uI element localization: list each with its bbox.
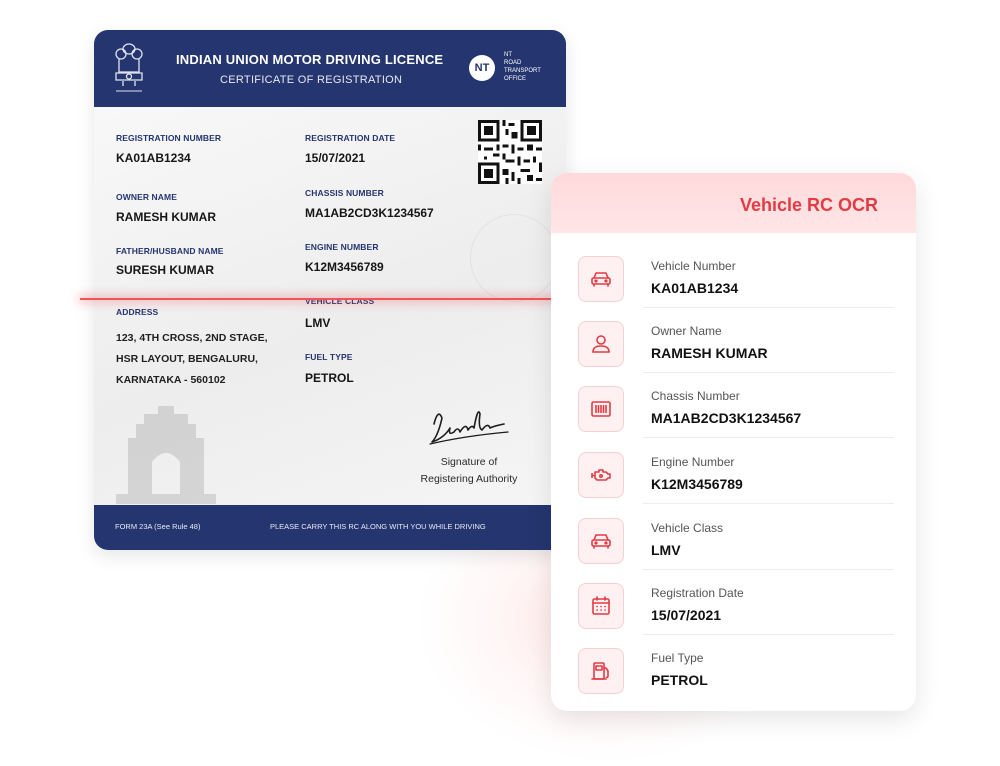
national-emblem-icon — [115, 43, 143, 92]
calendar-icon — [578, 583, 624, 629]
footer-notice-text: PLEASE CARRY THIS RC ALONG WITH YOU WHIL… — [270, 522, 486, 531]
signature-caption-line-2: Registering Authority — [420, 473, 518, 485]
india-gate-watermark — [116, 406, 216, 504]
engine-icon — [578, 452, 624, 498]
car-icon — [578, 518, 624, 564]
ocr-row-chassis-number: Chassis Number MA1AB2CD3K1234567 — [551, 373, 916, 438]
ocr-value: MA1AB2CD3K1234567 — [651, 410, 802, 426]
ocr-value: RAMESH KUMAR — [651, 345, 768, 361]
ocr-row-owner-name: Owner Name RAMESH KUMAR — [551, 308, 916, 373]
ocr-row-engine-number: Engine Number K12M3456789 — [551, 439, 916, 504]
ocr-row-fuel-type: Fuel Type PETROL — [551, 635, 916, 700]
registration-number-value: KA01AB1234 — [116, 151, 191, 165]
ocr-row-vehicle-class: Vehicle Class LMV — [551, 505, 916, 570]
fuel-type-label: FUEL TYPE — [305, 352, 353, 362]
owner-name-label: OWNER NAME — [116, 192, 177, 202]
registration-number-label: REGISTRATION NUMBER — [116, 133, 222, 143]
vehicle-class-value: LMV — [305, 316, 331, 330]
engine-number-value: K12M3456789 — [305, 260, 384, 274]
row-divider — [643, 503, 894, 504]
ocr-label: Chassis Number — [651, 389, 740, 403]
fuel-pump-icon — [578, 648, 624, 694]
ocr-panel-header: Vehicle RC OCR — [551, 173, 916, 233]
registration-date-label: REGISTRATION DATE — [305, 133, 396, 143]
footer-form-text: FORM 23A (See Rule 48) — [115, 522, 201, 531]
father-name-label: FATHER/HUSBAND NAME — [116, 246, 224, 256]
ocr-row-vehicle-number: Vehicle Number KA01AB1234 — [551, 243, 916, 308]
signature-caption: Signature of Registering Authority — [399, 454, 539, 488]
row-divider — [643, 437, 894, 438]
ocr-value: KA01AB1234 — [651, 280, 739, 296]
ocr-label: Vehicle Class — [651, 521, 724, 535]
engine-number-label: ENGINE NUMBER — [305, 242, 379, 252]
rc-title: INDIAN UNION MOTOR DRIVING LICENCE — [176, 52, 444, 67]
ocr-label: Vehicle Number — [651, 259, 736, 273]
ocr-value: LMV — [651, 542, 681, 558]
rc-card: INDIAN UNION MOTOR DRIVING LICENCE CERTI… — [94, 30, 566, 550]
car-icon — [578, 256, 624, 302]
registration-date-value: 15/07/2021 — [305, 151, 366, 165]
rc-card-header: INDIAN UNION MOTOR DRIVING LICENCE CERTI… — [94, 30, 566, 107]
nt-badge: NT — [469, 55, 495, 81]
ocr-value: PETROL — [651, 672, 708, 688]
ocr-row-registration-date: Registration Date 15/07/2021 — [551, 570, 916, 635]
address-line-3: KARNATAKA - 560102 — [116, 374, 226, 386]
fuel-type-value: PETROL — [305, 371, 354, 385]
ocr-value: K12M3456789 — [651, 476, 743, 492]
rc-card-footer: FORM 23A (See Rule 48) PLEASE CARRY THIS… — [94, 505, 566, 550]
ocr-value: 15/07/2021 — [651, 607, 722, 623]
ocr-result-panel: Vehicle RC OCR Vehicle Number KA01AB1234… — [551, 173, 916, 711]
ocr-label: Engine Number — [651, 455, 735, 469]
user-icon — [578, 321, 624, 367]
scan-line — [80, 298, 560, 300]
ocr-label: Owner Name — [651, 324, 722, 338]
signature-image — [429, 411, 509, 445]
address-value: 123, 4TH CROSS, 2ND STAGE, HSR LAYOUT, B… — [116, 328, 268, 391]
barcode-icon — [578, 386, 624, 432]
owner-name-value: RAMESH KUMAR — [116, 210, 216, 224]
father-name-value: SURESH KUMAR — [116, 263, 215, 277]
ocr-panel-title: Vehicle RC OCR — [739, 195, 878, 215]
ocr-label: Fuel Type — [651, 651, 704, 665]
qr-code-icon — [478, 120, 542, 184]
chassis-number-value: MA1AB2CD3K1234567 — [305, 206, 434, 220]
signature-caption-line-1: Signature of — [440, 456, 498, 468]
rc-subtitle: CERTIFICATE OF REGISTRATION — [220, 74, 403, 86]
nt-office-text: NT ROAD TRANSPORT OFFICE — [504, 52, 541, 82]
address-label: ADDRESS — [116, 307, 159, 317]
chassis-number-label: CHASSIS NUMBER — [305, 188, 384, 198]
address-line-2: HSR LAYOUT, BENGALURU, — [116, 353, 258, 365]
watermark-seal — [470, 214, 558, 302]
ocr-label: Registration Date — [651, 586, 744, 600]
address-line-1: 123, 4TH CROSS, 2ND STAGE, — [116, 332, 268, 344]
